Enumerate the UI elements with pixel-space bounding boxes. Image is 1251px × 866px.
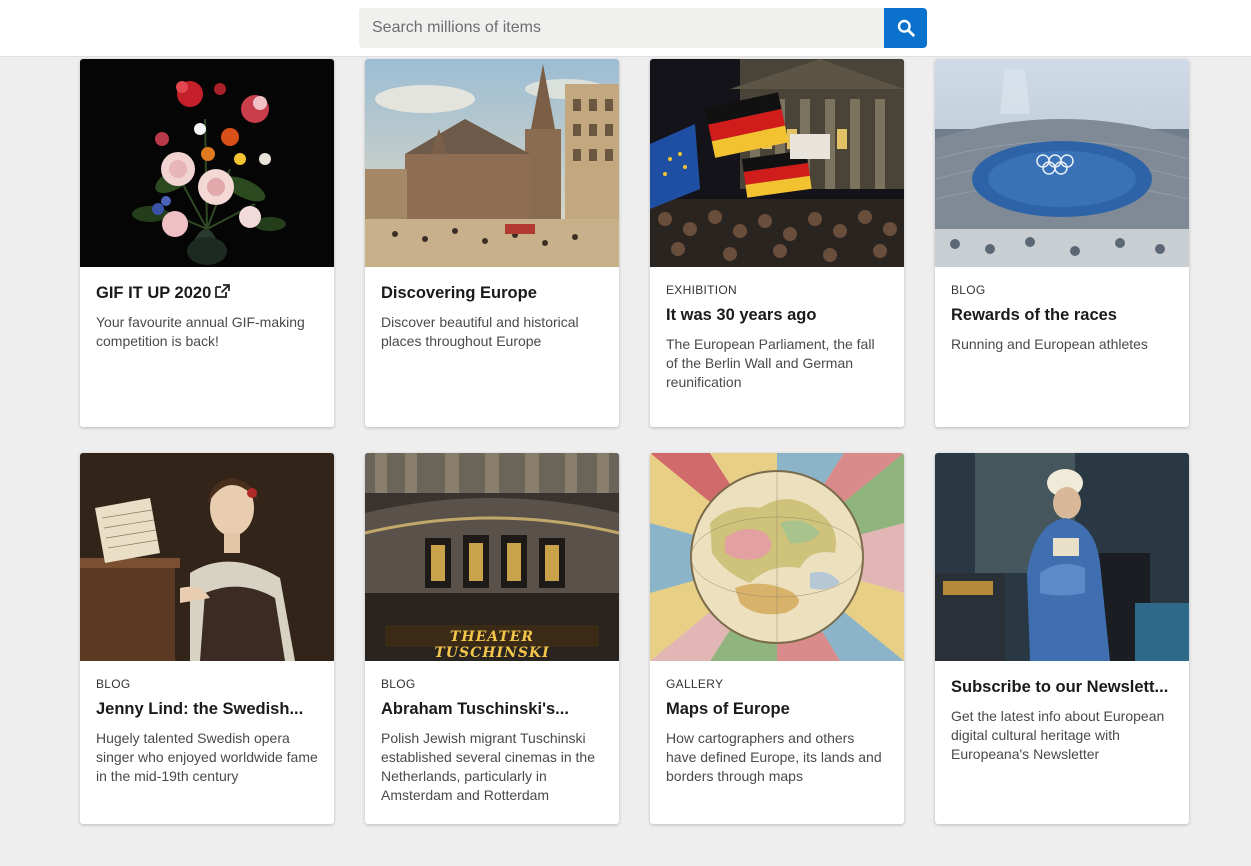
- content-card[interactable]: GIF IT UP 2020 Your favourite annual GIF…: [80, 59, 334, 427]
- card-description: Hugely talented Swedish opera singer who…: [96, 730, 318, 784]
- card-image: THEATER TUSCHINSKI: [365, 453, 619, 661]
- content-card[interactable]: BLOG Jenny Lind: the Swedish... Hugely t…: [80, 453, 334, 824]
- card-description: Your favourite annual GIF-making competi…: [96, 314, 305, 349]
- card-title: It was 30 years ago: [666, 306, 817, 324]
- card-title: GIF IT UP 2020: [96, 282, 318, 304]
- card-description: Polish Jewish migrant Tuschinski establi…: [381, 730, 596, 803]
- card-kicker: BLOG: [951, 283, 986, 297]
- card-image: [365, 59, 619, 267]
- search-button[interactable]: [884, 8, 927, 48]
- card-image: [935, 453, 1189, 661]
- card-image: [650, 59, 904, 267]
- card-description: Discover beautiful and historical places…: [381, 314, 579, 349]
- card-kicker: EXHIBITION: [666, 283, 738, 297]
- search-bar: [359, 8, 927, 48]
- content-card[interactable]: BLOG Rewards of the races Running and Eu…: [935, 59, 1189, 427]
- card-kicker: BLOG: [381, 677, 416, 691]
- card-kicker: GALLERY: [666, 677, 724, 691]
- card-image: [935, 59, 1189, 267]
- card-description: Running and European athletes: [951, 336, 1148, 352]
- card-description: The European Parliament, the fall of the…: [666, 336, 875, 390]
- search-icon: [897, 19, 915, 37]
- card-title: Rewards of the races: [951, 306, 1117, 324]
- card-kicker: BLOG: [96, 677, 131, 691]
- top-bar: [0, 0, 1251, 57]
- content-card[interactable]: Subscribe to our Newslett... Get the lat…: [935, 453, 1189, 824]
- content-card[interactable]: EXHIBITION It was 30 years ago The Europ…: [650, 59, 904, 427]
- card-description: Get the latest info about European digit…: [951, 708, 1165, 762]
- card-title: Discovering Europe: [381, 284, 537, 302]
- card-image: [650, 453, 904, 661]
- content-card[interactable]: THEATER TUSCHINSKI BLOG Abraham Tuschins…: [365, 453, 619, 824]
- card-title: Maps of Europe: [666, 700, 790, 718]
- card-description: How cartographers and others have define…: [666, 730, 882, 784]
- card-image: [80, 59, 334, 267]
- search-input[interactable]: [359, 8, 884, 48]
- card-image: [80, 453, 334, 661]
- external-link-icon: [215, 284, 231, 298]
- card-title: Jenny Lind: the Swedish...: [96, 700, 304, 718]
- card-title: Abraham Tuschinski's...: [381, 700, 569, 718]
- content-card[interactable]: GALLERY Maps of Europe How cartographers…: [650, 453, 904, 824]
- card-title: Subscribe to our Newslett...: [951, 678, 1169, 696]
- content-card[interactable]: Discovering Europe Discover beautiful an…: [365, 59, 619, 427]
- theater-sign-text: THEATER TUSCHINSKI: [434, 629, 550, 661]
